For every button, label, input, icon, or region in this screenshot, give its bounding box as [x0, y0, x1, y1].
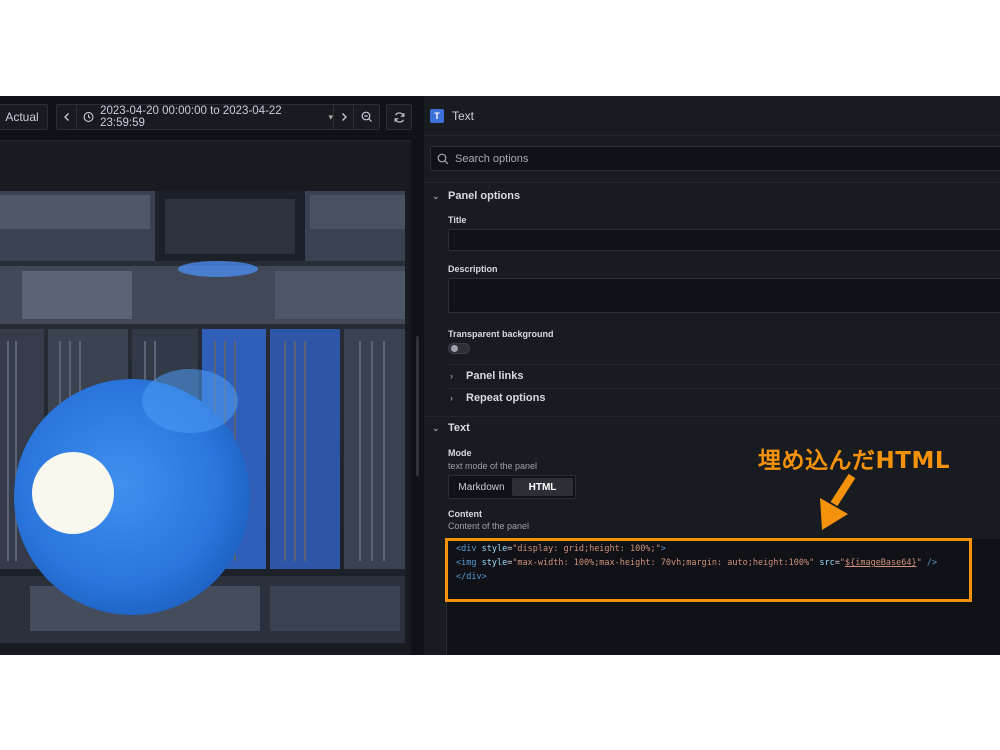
- description-textarea[interactable]: [448, 278, 1000, 313]
- mode-description: text mode of the panel: [448, 461, 538, 471]
- annotation-label: 埋め込んだHTML: [758, 448, 950, 474]
- content-label: Content: [448, 509, 482, 519]
- chevron-left-icon: [63, 113, 69, 121]
- refresh-button[interactable]: [386, 104, 412, 130]
- search-options-input[interactable]: [455, 152, 955, 165]
- content-description: Content of the panel: [448, 521, 530, 531]
- zoom-out-button[interactable]: [354, 104, 380, 130]
- panel-links-section-header[interactable]: › Panel links: [450, 370, 523, 382]
- clock-icon: [83, 112, 94, 122]
- time-shift-forward-button[interactable]: [334, 104, 354, 130]
- chevron-down-icon: ⌄: [432, 422, 440, 433]
- annotation-arrow-icon: [820, 473, 856, 530]
- transparent-background-label: Transparent background: [448, 329, 554, 339]
- panel-preview: [0, 140, 411, 655]
- divider: [448, 388, 1000, 389]
- zoom-out-icon: [361, 111, 372, 122]
- divider: [448, 364, 1000, 365]
- pane-splitter-handle[interactable]: [416, 336, 419, 476]
- divider: [424, 182, 1000, 183]
- search-options-field[interactable]: [430, 146, 1000, 171]
- chevron-right-icon: ›: [450, 371, 453, 381]
- transparent-background-toggle[interactable]: [448, 343, 470, 354]
- repeat-options-section-header[interactable]: › Repeat options: [450, 392, 545, 404]
- embedded-camera-image: [0, 191, 405, 643]
- visualization-name: Text: [452, 108, 475, 123]
- mode-html-option[interactable]: HTML: [512, 478, 573, 496]
- description-label: Description: [448, 264, 498, 274]
- time-shift-back-button[interactable]: [56, 104, 76, 130]
- title-label: Title: [448, 215, 467, 225]
- text-section-header[interactable]: ⌄ Text: [432, 422, 470, 434]
- panel-options-section-header[interactable]: ⌄ Panel options: [432, 190, 520, 202]
- divider: [424, 416, 1000, 417]
- visualization-picker[interactable]: T Text: [424, 96, 1000, 136]
- time-toolbar: Actual 2023-04-20 00:00:00 to 2023-04-22…: [0, 96, 417, 140]
- actual-button[interactable]: Actual: [0, 104, 48, 130]
- title-input[interactable]: [448, 229, 1000, 251]
- mode-markdown-option[interactable]: Markdown: [451, 478, 512, 496]
- annotation-highlight-box: [445, 538, 972, 602]
- text-panel-icon: T: [430, 108, 444, 123]
- mode-label: Mode: [448, 448, 472, 458]
- chevron-right-icon: [341, 113, 347, 121]
- chevron-down-icon: ⌄: [432, 190, 440, 201]
- time-range-label: 2023-04-20 00:00:00 to 2023-04-22 23:59:…: [100, 105, 282, 129]
- time-range-picker[interactable]: 2023-04-20 00:00:00 to 2023-04-22 23:59:…: [76, 104, 334, 130]
- search-icon: [437, 153, 449, 164]
- chevron-down-icon: ▾: [328, 111, 333, 122]
- refresh-icon: [394, 111, 404, 123]
- chevron-right-icon: ›: [450, 393, 453, 403]
- mode-radio-group: Markdown HTML: [448, 475, 576, 499]
